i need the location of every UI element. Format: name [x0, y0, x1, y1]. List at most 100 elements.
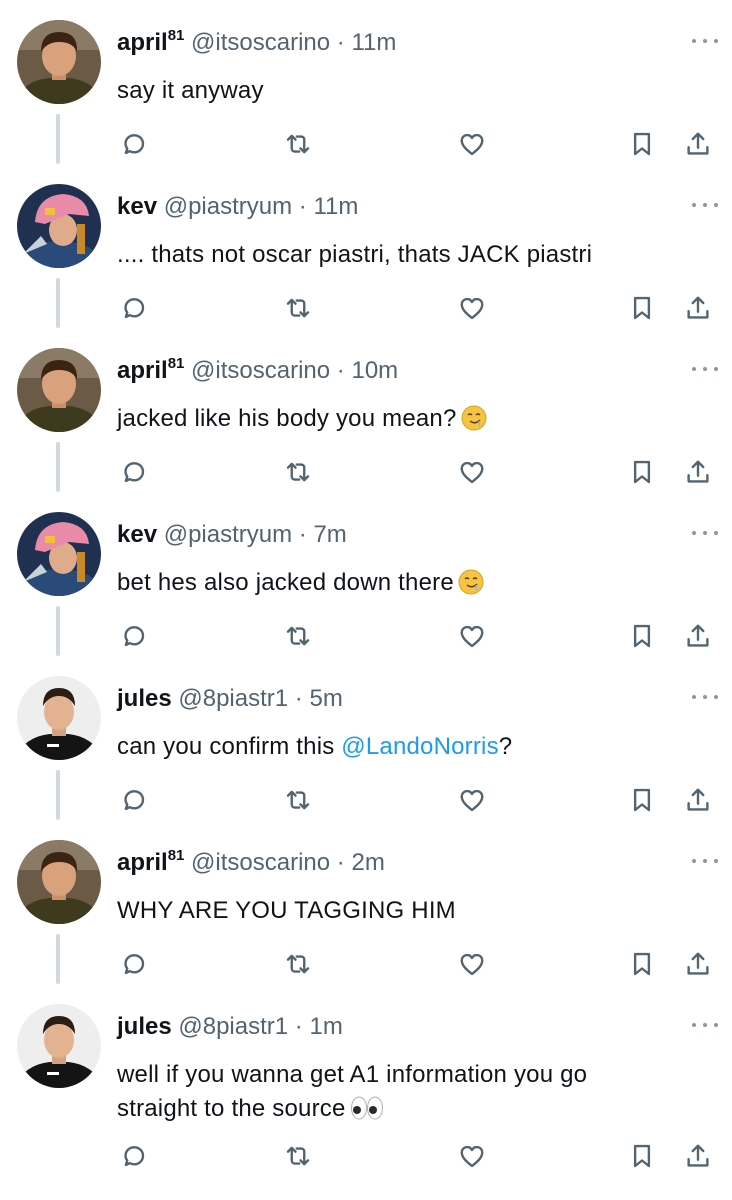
retweet-icon[interactable] [278, 288, 318, 328]
tweet-4[interactable]: kev @piastryum · 7m bet hes also jacked … [0, 492, 732, 656]
retweet-icon[interactable] [278, 124, 318, 164]
like-icon[interactable] [452, 124, 492, 164]
display-name[interactable]: jules [117, 1013, 172, 1040]
display-name[interactable]: kev [117, 193, 157, 220]
tweet-text: bet hes also jacked down there [117, 566, 707, 600]
tweet-7[interactable]: jules @8piastr1 · 1m well if you wanna g… [0, 984, 732, 1168]
tweet-5[interactable]: jules @8piastr1 · 5m can you confirm thi… [0, 656, 732, 820]
more-dots-icon[interactable] [692, 1018, 718, 1032]
avatar-april[interactable] [17, 348, 101, 432]
share-icon[interactable] [678, 616, 718, 656]
avatar-jules[interactable] [17, 676, 101, 760]
avatar-kev[interactable] [17, 512, 101, 596]
avatar-april[interactable] [17, 840, 101, 924]
timestamp[interactable]: 11m [313, 193, 358, 220]
user-handle[interactable]: @piastryum [164, 193, 292, 220]
tweet-3[interactable]: april81 @itsoscarino · 10m jacked like h… [0, 328, 732, 492]
share-icon[interactable] [678, 452, 718, 492]
separator-dot: · [336, 849, 345, 876]
user-handle[interactable]: @8piastr1 [178, 685, 288, 712]
avatar-april[interactable] [17, 20, 101, 104]
tweet-6[interactable]: april81 @itsoscarino · 2m WHY ARE YOU TA… [0, 820, 732, 984]
avatar-jules[interactable] [17, 1004, 101, 1088]
reply-icon[interactable] [114, 124, 154, 164]
user-handle[interactable]: @8piastr1 [178, 1013, 288, 1040]
timestamp[interactable]: 10m [351, 357, 398, 384]
separator-dot: · [336, 357, 345, 384]
tweet-text: say it anyway [117, 77, 264, 104]
more-dots-icon[interactable] [692, 690, 718, 704]
tweet-actions [0, 124, 732, 168]
retweet-icon[interactable] [278, 1136, 318, 1176]
reply-thread: april81 @itsoscarino · 11m say it anyway [0, 0, 732, 1200]
share-icon[interactable] [678, 944, 718, 984]
like-icon[interactable] [452, 1136, 492, 1176]
user-handle[interactable]: @itsoscarino [191, 849, 330, 876]
more-dots-icon[interactable] [692, 198, 718, 212]
tweet-1[interactable]: april81 @itsoscarino · 11m say it anyway [0, 0, 732, 164]
user-handle[interactable]: @itsoscarino [191, 29, 330, 56]
reply-icon[interactable] [114, 452, 154, 492]
avatar-kev[interactable] [17, 184, 101, 268]
like-icon[interactable] [452, 780, 492, 820]
tweet-header: april81 @itsoscarino · 11m [117, 27, 396, 59]
tweet-header: april81 @itsoscarino · 2m [117, 847, 385, 879]
retweet-icon[interactable] [278, 944, 318, 984]
mention-link[interactable]: @LandoNorris [341, 733, 499, 760]
tweet-text: can you confirm this @LandoNorris? [117, 733, 513, 760]
bookmark-icon[interactable] [622, 616, 662, 656]
reply-icon[interactable] [114, 944, 154, 984]
share-icon[interactable] [678, 780, 718, 820]
display-name[interactable]: april81 [117, 356, 184, 384]
more-dots-icon[interactable] [692, 362, 718, 376]
timestamp[interactable]: 11m [351, 29, 396, 56]
display-name[interactable]: kev [117, 521, 157, 548]
reply-icon[interactable] [114, 1136, 154, 1176]
reply-icon[interactable] [114, 780, 154, 820]
share-icon[interactable] [678, 288, 718, 328]
separator-dot: · [294, 685, 303, 712]
display-name[interactable]: april81 [117, 28, 184, 56]
tweet-header: kev @piastryum · 11m [117, 191, 358, 223]
retweet-icon[interactable] [278, 616, 318, 656]
smirk-emoji [461, 405, 487, 431]
eyes-emoji [350, 1096, 383, 1120]
user-handle[interactable]: @piastryum [164, 521, 292, 548]
display-name[interactable]: april81 [117, 848, 184, 876]
tweet-2[interactable]: kev @piastryum · 11m .... thats not osca… [0, 164, 732, 328]
like-icon[interactable] [452, 288, 492, 328]
tweet-text: well if you wanna get A1 information you… [117, 1061, 588, 1122]
bookmark-icon[interactable] [622, 780, 662, 820]
user-handle[interactable]: @itsoscarino [191, 357, 330, 384]
more-dots-icon[interactable] [692, 34, 718, 48]
retweet-icon[interactable] [278, 780, 318, 820]
bookmark-icon[interactable] [622, 452, 662, 492]
bookmark-icon[interactable] [622, 288, 662, 328]
tweet-actions [0, 944, 732, 988]
bookmark-icon[interactable] [622, 124, 662, 164]
timestamp[interactable]: 5m [309, 685, 342, 712]
separator-dot: · [336, 29, 345, 56]
smirk-emoji [458, 569, 484, 595]
tweet-header: jules @8piastr1 · 5m [117, 683, 343, 715]
share-icon[interactable] [678, 1136, 718, 1176]
retweet-icon[interactable] [278, 452, 318, 492]
more-dots-icon[interactable] [692, 526, 718, 540]
timestamp[interactable]: 2m [351, 849, 384, 876]
more-dots-icon[interactable] [692, 854, 718, 868]
like-icon[interactable] [452, 944, 492, 984]
reply-icon[interactable] [114, 288, 154, 328]
like-icon[interactable] [452, 452, 492, 492]
tweet-actions [0, 452, 732, 496]
bookmark-icon[interactable] [622, 1136, 662, 1176]
timestamp[interactable]: 1m [309, 1013, 342, 1040]
share-icon[interactable] [678, 124, 718, 164]
reply-icon[interactable] [114, 616, 154, 656]
separator-dot: · [298, 193, 307, 220]
like-icon[interactable] [452, 616, 492, 656]
display-name[interactable]: jules [117, 685, 172, 712]
tweet-header: april81 @itsoscarino · 10m [117, 355, 398, 387]
timestamp[interactable]: 7m [313, 521, 346, 548]
bookmark-icon[interactable] [622, 944, 662, 984]
tweet-actions [0, 1136, 732, 1180]
